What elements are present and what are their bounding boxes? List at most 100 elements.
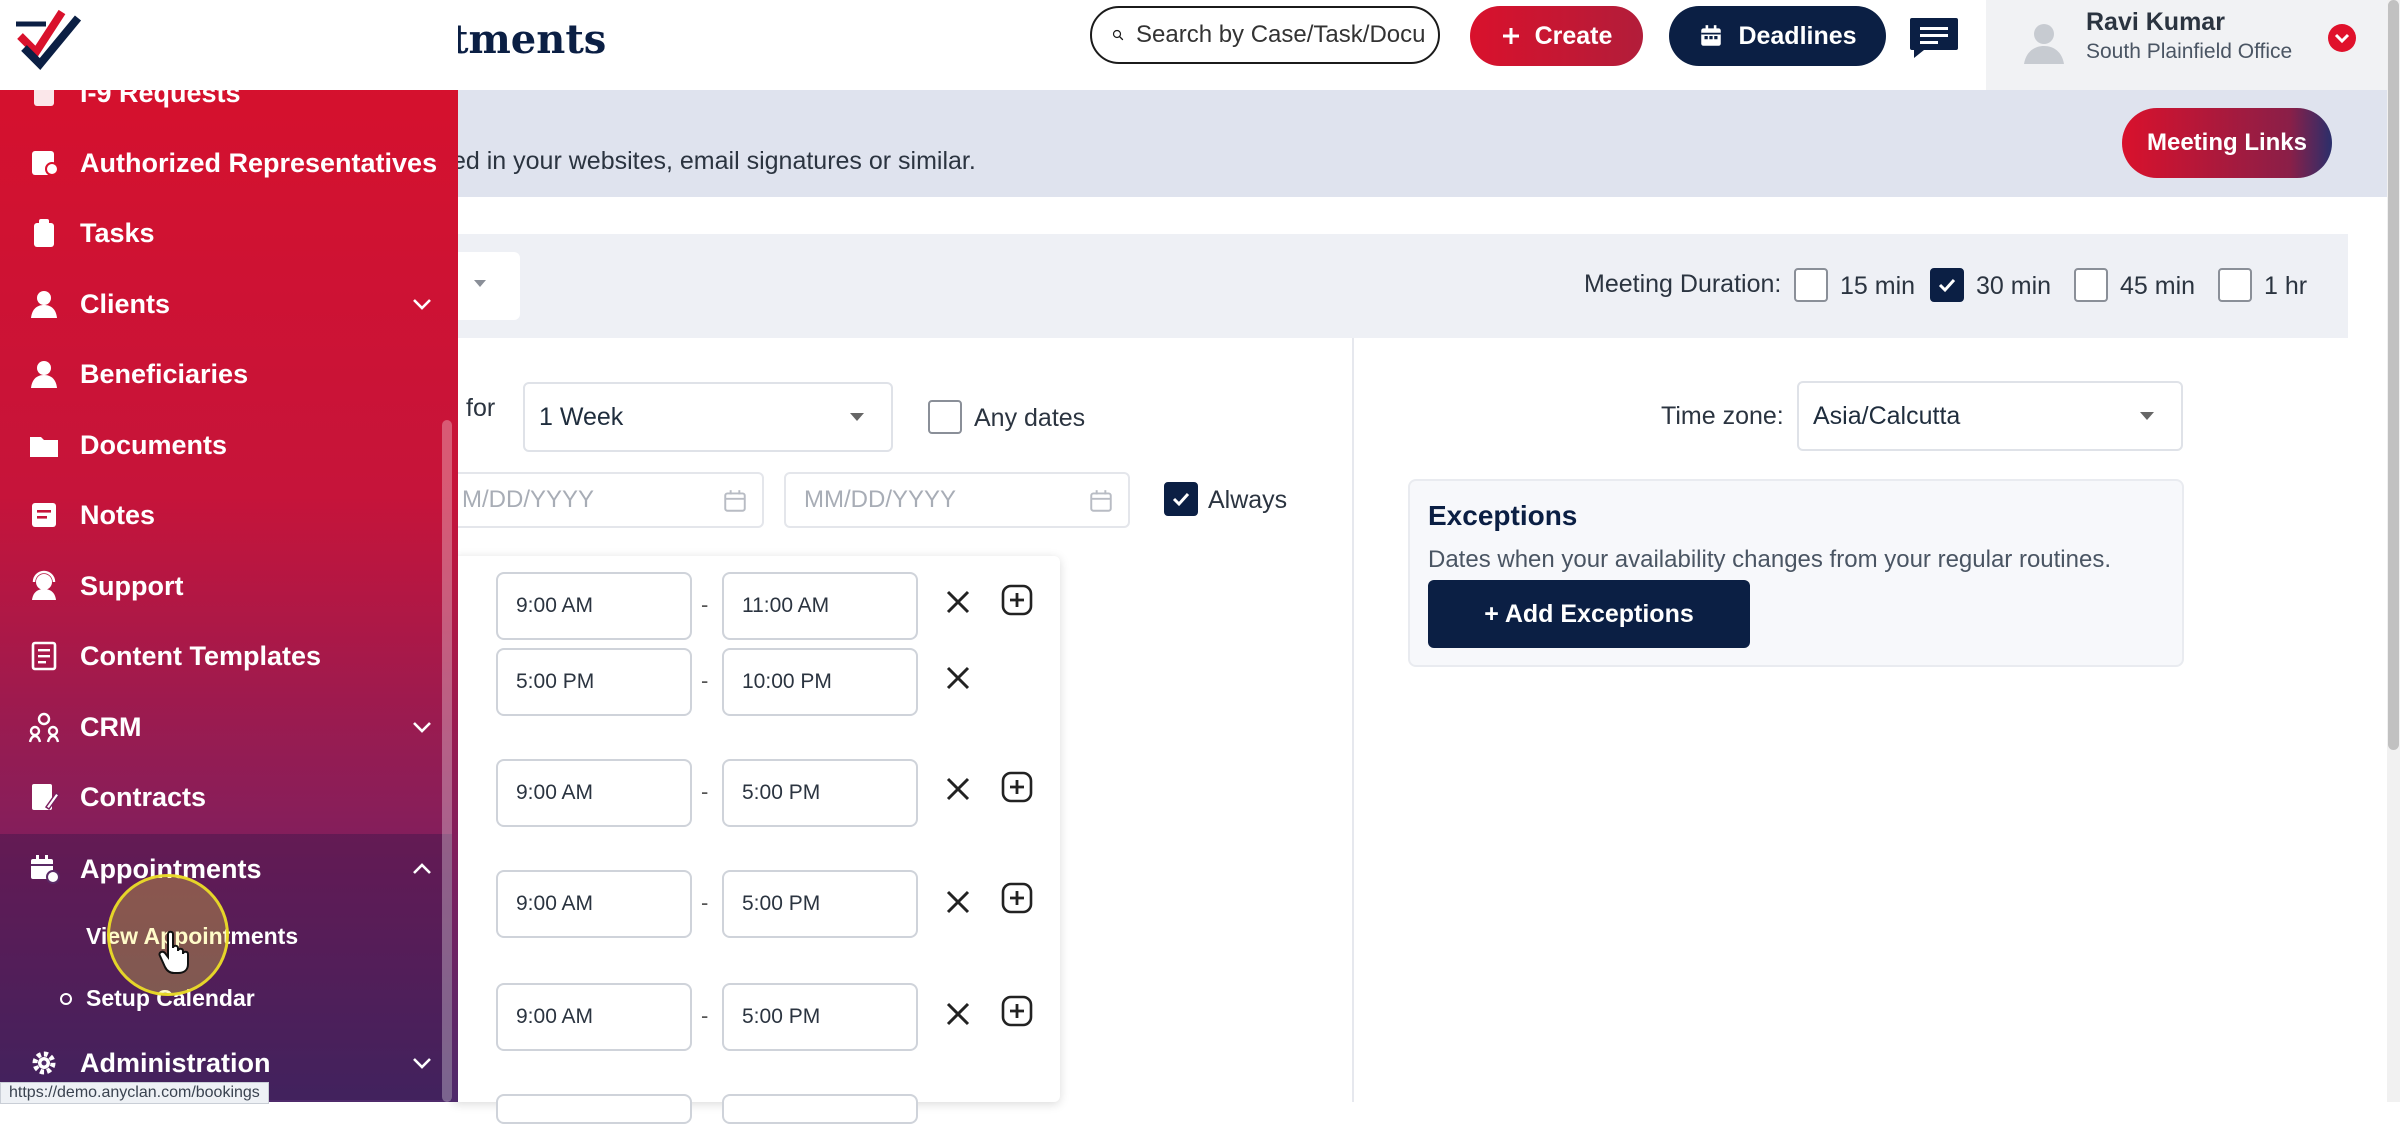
sidebar-item-contracts[interactable]: Contracts xyxy=(0,768,452,826)
meeting-links-button[interactable]: Meeting Links xyxy=(2122,108,2332,178)
sidebar-item-clients[interactable]: Clients xyxy=(0,275,452,333)
always-checkbox[interactable] xyxy=(1164,482,1198,516)
plus-icon xyxy=(1502,28,1519,44)
slot-end-time[interactable]: 5:00 PM xyxy=(722,870,918,938)
template-icon xyxy=(31,641,57,671)
sidebar-item-tasks[interactable]: Tasks xyxy=(0,204,452,262)
duration-15-checkbox[interactable] xyxy=(1794,268,1828,302)
sidebar-item-label: Support xyxy=(80,570,184,601)
bullet-icon xyxy=(60,993,72,1005)
sidebar-scrollbar[interactable] xyxy=(442,420,452,1102)
add-slot-icon[interactable] xyxy=(1001,995,1033,1027)
sidebar-item-beneficiaries[interactable]: Beneficiaries xyxy=(0,345,452,403)
close-icon[interactable] xyxy=(943,587,973,617)
create-button[interactable]: Create xyxy=(1470,6,1643,66)
deadlines-button[interactable]: Deadlines xyxy=(1669,6,1886,66)
chat-button[interactable] xyxy=(1908,16,1960,60)
sidebar-item-crm[interactable]: CRM xyxy=(0,698,452,756)
sidebar-item-content-templates[interactable]: Content Templates xyxy=(0,627,452,685)
chevron-down-icon xyxy=(850,413,864,421)
duration-30-label: 30 min xyxy=(1976,272,2052,300)
sidebar-item-label: Notes xyxy=(80,499,156,530)
sidebar: I-9 Requests Authorized Representatives … xyxy=(0,0,458,1102)
group-icon xyxy=(28,712,60,743)
sidebar-item-authorized-representatives[interactable]: Authorized Representatives xyxy=(0,134,452,192)
deadlines-label: Deadlines xyxy=(1738,21,1857,50)
sidebar-item-label: Content Templates xyxy=(80,640,322,671)
slot-separator: - xyxy=(701,1003,709,1028)
note-icon xyxy=(32,503,56,527)
sidebar-item-appointments[interactable]: Appointments xyxy=(0,840,452,898)
sidebar-subitem-setup-calendar[interactable]: Setup Calendar xyxy=(0,974,452,1024)
start-date-placeholder: M/DD/YYYY xyxy=(462,486,595,513)
duration-30-checkbox[interactable] xyxy=(1930,268,1964,302)
gear-icon xyxy=(32,1051,56,1075)
duration-1hr-checkbox[interactable] xyxy=(2218,268,2252,302)
close-icon[interactable] xyxy=(943,774,973,804)
search-box[interactable] xyxy=(1090,6,1440,64)
slot-separator: - xyxy=(701,668,709,693)
sidebar-item-label: Contracts xyxy=(80,781,207,812)
logo-icon[interactable] xyxy=(14,4,90,76)
chevron-up-icon xyxy=(413,863,431,874)
slot-end-time[interactable]: 11:00 AM xyxy=(722,572,918,640)
calendar-icon xyxy=(1090,490,1112,512)
slot-start-time[interactable] xyxy=(496,1094,692,1124)
sidebar-item-documents[interactable]: Documents xyxy=(0,416,452,474)
for-label: for xyxy=(466,394,496,422)
page-scrollbar-thumb[interactable] xyxy=(2388,0,2399,750)
any-dates-checkbox[interactable] xyxy=(928,400,962,434)
sidebar-item-label: Administration xyxy=(80,1047,271,1078)
end-date-input[interactable]: MM/DD/YYYY xyxy=(784,472,1130,528)
add-slot-icon[interactable] xyxy=(1001,882,1033,914)
checkmark-icon xyxy=(1938,278,1956,293)
duration-row xyxy=(452,234,2348,338)
close-icon[interactable] xyxy=(943,887,973,917)
sidebar-item-label: Authorized Representatives xyxy=(80,147,438,178)
user-name: Ravi Kumar xyxy=(2086,8,2225,36)
duration-45-checkbox[interactable] xyxy=(2074,268,2108,302)
slot-end-time[interactable]: 10:00 PM xyxy=(722,648,918,716)
slot-start-time[interactable]: 9:00 AM xyxy=(496,870,692,938)
close-icon[interactable] xyxy=(943,999,973,1029)
add-slot-icon[interactable] xyxy=(1001,771,1033,803)
duration-45-label: 45 min xyxy=(2120,272,2196,300)
slot-start-time[interactable]: 9:00 AM xyxy=(496,983,692,1051)
period-select[interactable]: 1 Week xyxy=(523,382,893,452)
any-dates-label: Any dates xyxy=(974,404,1086,432)
sidebar-item-label: Documents xyxy=(80,429,228,460)
slot-start-time[interactable]: 9:00 AM xyxy=(496,572,692,640)
calendar-icon xyxy=(724,490,746,512)
sidebar-item-support[interactable]: Support xyxy=(0,557,452,615)
slot-end-time[interactable] xyxy=(722,1094,918,1124)
duration-15-label: 15 min xyxy=(1840,272,1916,300)
duration-1hr-label: 1 hr xyxy=(2264,272,2308,300)
slot-end-time[interactable]: 5:00 PM xyxy=(722,983,918,1051)
timezone-value: Asia/Calcutta xyxy=(1813,401,1961,430)
page-title: tments xyxy=(450,16,607,63)
search-icon xyxy=(1112,29,1124,41)
add-exceptions-button[interactable]: + Add Exceptions xyxy=(1428,580,1750,648)
slot-start-time[interactable]: 5:00 PM xyxy=(496,648,692,716)
banner-text: ed in your websites, email signatures or… xyxy=(452,147,976,175)
add-slot-icon[interactable] xyxy=(1001,584,1033,616)
calendar-select[interactable] xyxy=(452,252,520,320)
person-icon xyxy=(31,291,57,318)
start-date-input[interactable]: M/DD/YYYY xyxy=(452,472,764,528)
avatar xyxy=(2020,18,2068,66)
sidebar-item-label: Clients xyxy=(80,288,171,319)
contract-icon xyxy=(32,784,60,811)
chevron-down-icon[interactable] xyxy=(2328,24,2356,52)
slot-start-time[interactable]: 9:00 AM xyxy=(496,759,692,827)
sidebar-item-label: Beneficiaries xyxy=(80,358,249,389)
close-icon[interactable] xyxy=(943,663,973,693)
slot-separator: - xyxy=(701,592,709,617)
chat-icon xyxy=(1910,18,1958,58)
slot-end-time[interactable]: 5:00 PM xyxy=(722,759,918,827)
chevron-down-icon xyxy=(413,299,431,310)
chevron-down-icon xyxy=(413,1058,431,1069)
search-input[interactable] xyxy=(1134,20,1438,50)
timezone-label: Time zone: xyxy=(1661,402,1784,430)
sidebar-item-notes[interactable]: Notes xyxy=(0,486,452,544)
timezone-select[interactable]: Asia/Calcutta xyxy=(1797,381,2183,451)
